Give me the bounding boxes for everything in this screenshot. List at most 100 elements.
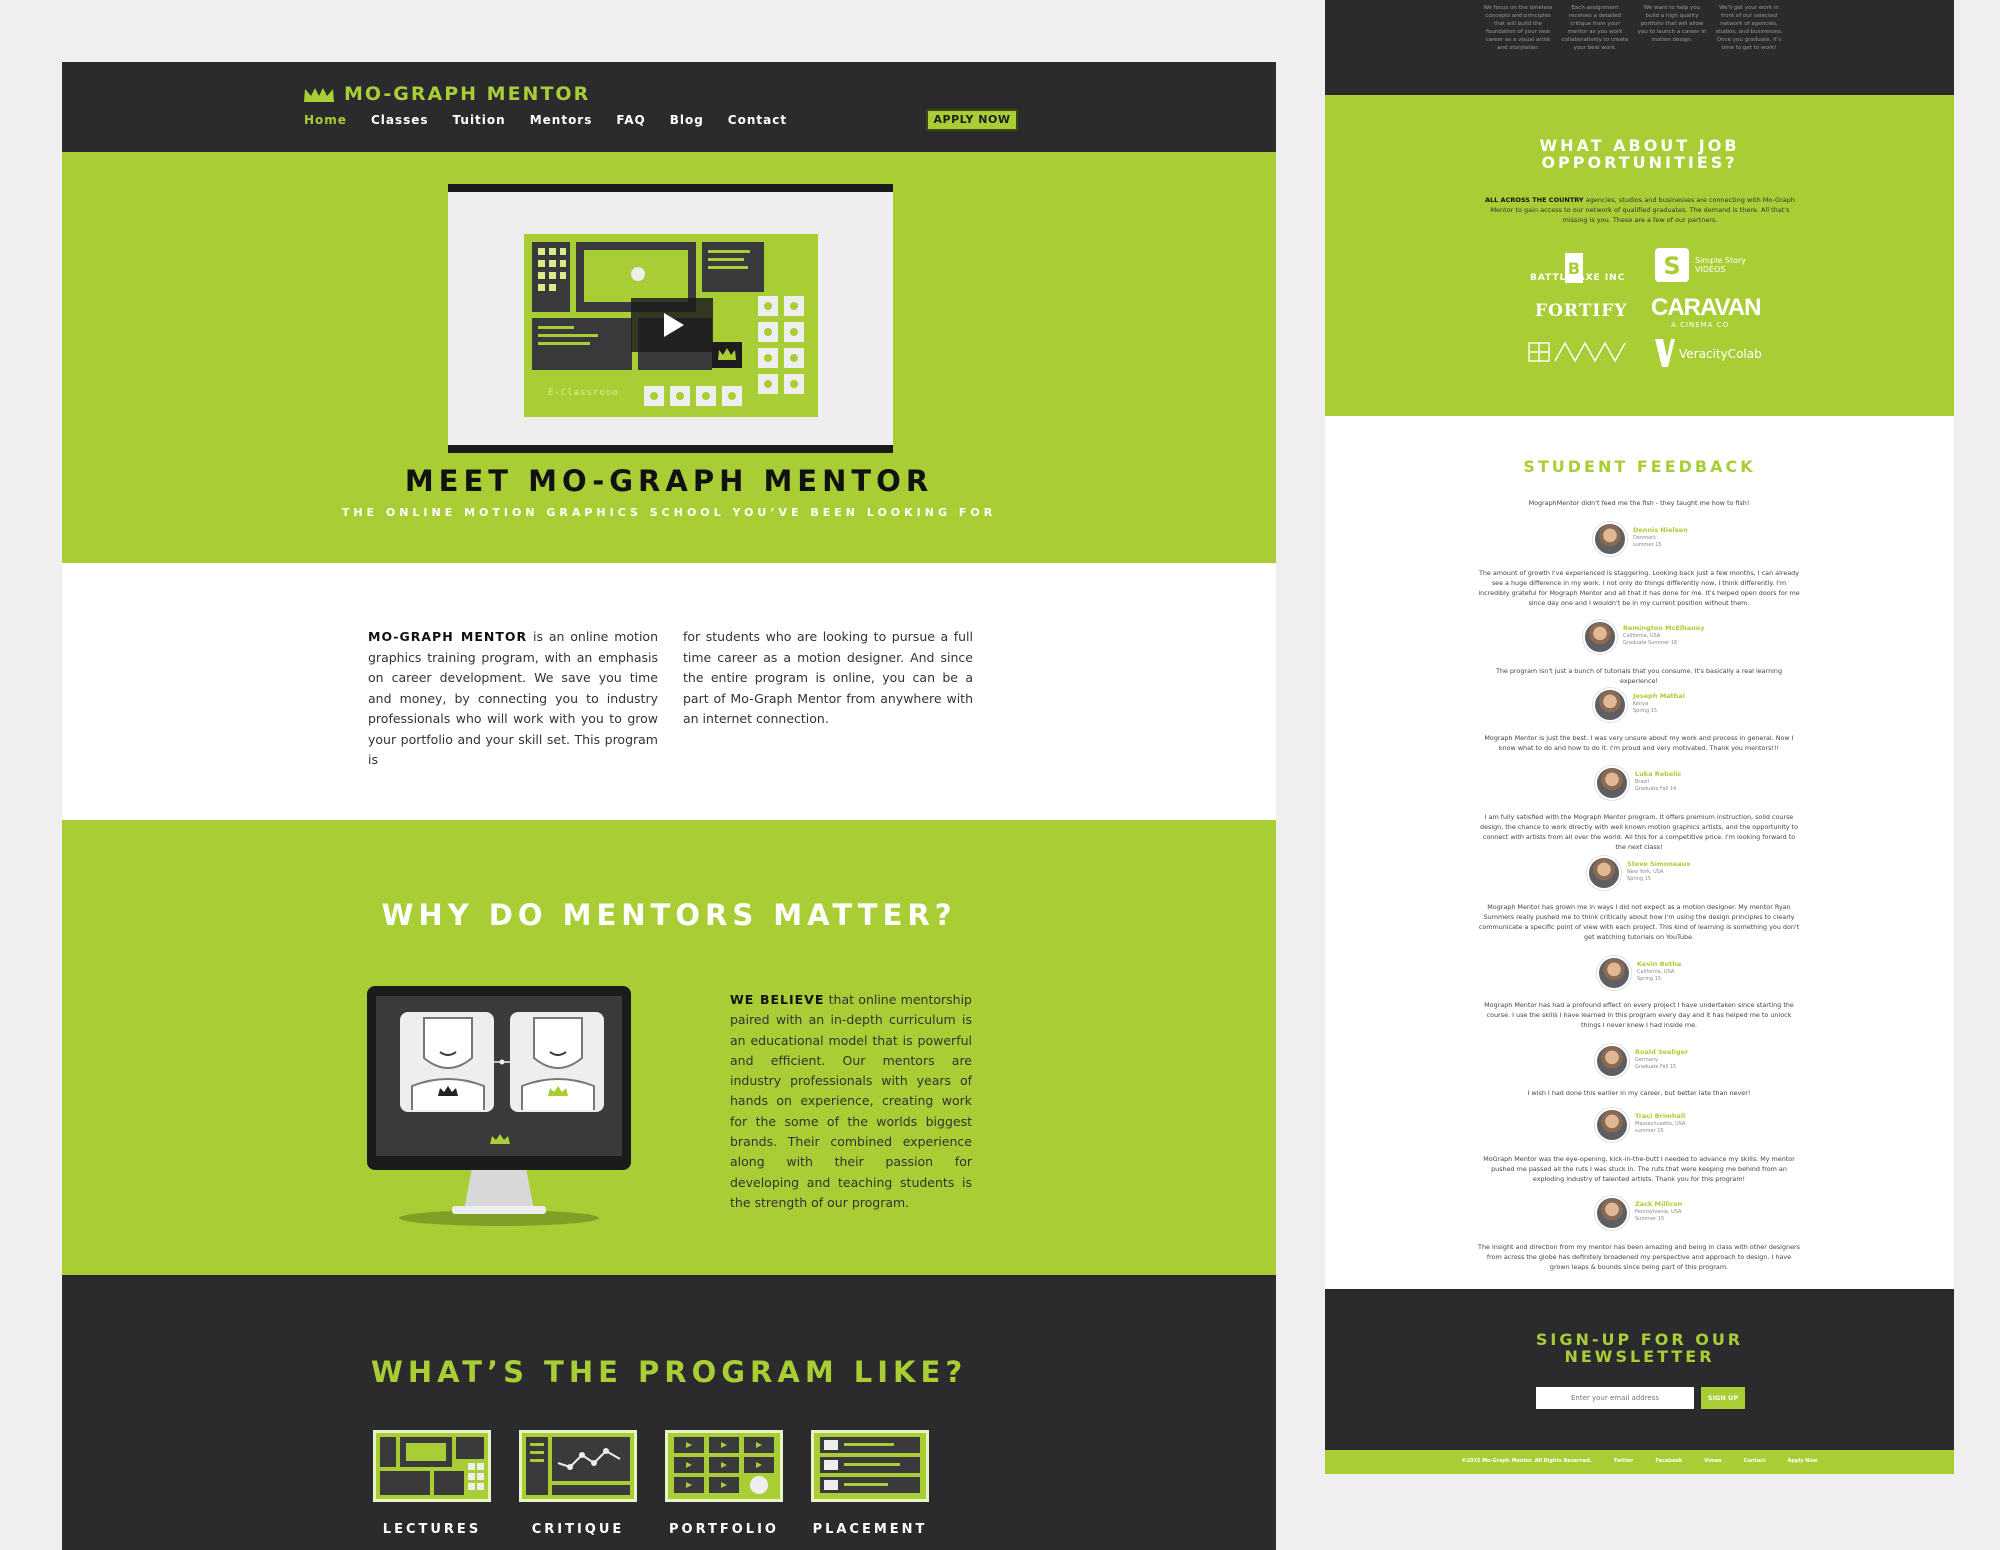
avatar <box>1595 766 1629 800</box>
newsletter-signup-button[interactable]: SIGN UP <box>1701 1387 1745 1409</box>
program-label-lectures: LECTURES <box>382 1522 482 1537</box>
svg-text:S: S <box>1663 252 1680 280</box>
program-placement[interactable]: PLACEMENT <box>800 1430 940 1537</box>
feedback-title: STUDENT FEEDBACK <box>1523 457 1756 476</box>
testimonial-location: California, USA Spring 15 <box>1637 969 1675 982</box>
nav-links: Home Classes Tuition Mentors FAQ Blog Co… <box>304 113 787 127</box>
testimonial-location: New York, USA Spring 15 <box>1627 869 1664 882</box>
avatar <box>1595 1196 1629 1230</box>
simple-story-mark: S <box>1655 248 1689 282</box>
testimonial-quote: I wish I had done this earlier in my car… <box>1527 1089 1751 1097</box>
testimonial-quote: Mograph Mentor has had a profound effect… <box>1484 1001 1794 1029</box>
homepage-continued: We focus on the timeless concepts and pr… <box>1325 0 1954 1474</box>
program-lectures[interactable]: LECTURES <box>362 1430 502 1537</box>
battle-axe-mark: B <box>1565 253 1583 283</box>
testimonial-quote: MoGraph Mentor was the eye-opening, kick… <box>1483 1155 1795 1183</box>
nav-blog[interactable]: Blog <box>670 113 704 127</box>
testimonial-name: Luka Rebelic <box>1635 770 1682 778</box>
why-body: that online mentorship paired with an in… <box>730 992 972 1210</box>
avatar <box>1593 688 1627 722</box>
testimonial-name: Steve Simoneaux <box>1627 860 1691 868</box>
homepage-main: MO-GRAPH MENTOR Home Classes Tuition Men… <box>62 62 1276 1550</box>
jobs-title: WHAT ABOUT JOB OPPORTUNITIES? <box>1539 136 1740 172</box>
placement-thumb-graphic <box>820 1437 920 1493</box>
nav-contact[interactable]: Contact <box>728 113 787 127</box>
intro-brand: MO-GRAPH MENTOR <box>368 629 528 644</box>
top-nav: MO-GRAPH MENTOR Home Classes Tuition Men… <box>62 62 1276 152</box>
footer-link-vimeo[interactable]: Vimeo <box>1704 1458 1722 1464</box>
testimonial-name: Remington McElhaney <box>1623 624 1705 632</box>
program-detail-4: We'll get your work in front of our sele… <box>1715 5 1783 51</box>
footer: ©2015 Mo-Graph Mentor. All Rights Reserv… <box>1325 1450 1954 1474</box>
testimonial-name: Joseph Mathai <box>1633 692 1685 700</box>
program-detail-1: We focus on the timeless concepts and pr… <box>1483 5 1553 51</box>
partner-simple-story: S Simple Story VIDEOS <box>1655 248 1746 286</box>
testimonial-location: Denmark summer 15 <box>1633 535 1662 548</box>
avatar <box>1587 856 1621 890</box>
program-critique[interactable]: CRITIQUE <box>508 1430 648 1537</box>
program-detail-2: Each assignment receives a detailed crit… <box>1561 5 1629 51</box>
lectures-icon <box>373 1430 491 1502</box>
partner-veracity: VeracityColab <box>1655 339 1762 371</box>
jobs-section: WHAT ABOUT JOB OPPORTUNITIES? ALL ACROSS… <box>1325 95 1954 416</box>
nav-mentors[interactable]: Mentors <box>530 113 593 127</box>
testimonial-location: Massachusetts, USA summer 15 <box>1635 1121 1686 1134</box>
critique-icon <box>519 1430 637 1502</box>
footer-link-facebook[interactable]: Facebook <box>1656 1458 1683 1464</box>
why-text: WE BELIEVE that online mentorship paired… <box>730 990 972 1213</box>
intro-section: MO-GRAPH MENTOR is an online motion grap… <box>62 563 1276 820</box>
intro-text-2: for students who are looking to pursue a… <box>683 629 973 726</box>
nav-home[interactable]: Home <box>304 113 347 127</box>
avatar <box>1597 956 1631 990</box>
program-label-placement: PLACEMENT <box>812 1522 928 1537</box>
partner-simple-story-text: Simple Story VIDEOS <box>1695 256 1746 274</box>
intro-text-1: is an online motion graphics training pr… <box>368 629 658 767</box>
portfolio-thumb-graphic <box>674 1437 774 1494</box>
why-lead: WE BELIEVE <box>730 992 825 1007</box>
monitor-mentors-illustration <box>367 986 631 1226</box>
hero-subtitle: THE ONLINE MOTION GRAPHICS SCHOOL YOU’VE… <box>341 506 997 519</box>
partner-caravan: CARAVAN <box>1651 294 1761 321</box>
apply-now-button[interactable]: APPLY NOW <box>926 109 1018 131</box>
program-title: WHAT’S THE PROGRAM LIKE? <box>370 1355 968 1389</box>
critique-thumb-graphic <box>526 1437 630 1495</box>
nav-faq[interactable]: FAQ <box>616 113 645 127</box>
footer-links: ©2015 Mo-Graph Mentor. All Rights Reserv… <box>1325 1458 1954 1464</box>
footer-link-contact[interactable]: Contact <box>1744 1458 1766 1464</box>
testimonial-location: Germany Graduate Fall 15 <box>1635 1057 1677 1070</box>
testimonial-quote: Mograph Mentor is just the best. I was v… <box>1484 734 1794 752</box>
svg-text:B: B <box>1568 259 1580 278</box>
program-label-critique: CRITIQUE <box>531 1522 625 1537</box>
newsletter-email-input[interactable] <box>1536 1387 1694 1409</box>
testimonial-location: California, USA Graduate Summer 16 <box>1623 633 1678 646</box>
avatar <box>1595 1108 1629 1142</box>
partner-veracity-text: VeracityColab <box>1679 347 1762 361</box>
newsletter-section: SIGN-UP FOR OUR NEWSLETTER SIGN UP <box>1325 1289 1954 1450</box>
footer-link-apply[interactable]: Apply Now <box>1788 1458 1818 1464</box>
newsletter-title: SIGN-UP FOR OUR NEWSLETTER <box>1535 1330 1744 1366</box>
feedback-opening-quote: MographMentor didn't feed me the fish - … <box>1528 499 1750 507</box>
logo-text: MO-GRAPH MENTOR <box>344 83 591 105</box>
partner-caravan-tagline: A CINEMA CO <box>1671 321 1730 329</box>
testimonial-quote: The program isn't just a bunch of tutori… <box>1495 667 1783 685</box>
partner-sketch-logo <box>1528 341 1626 363</box>
program-portfolio[interactable]: PORTFOLIO <box>654 1430 794 1537</box>
intro-column-2: for students who are looking to pursue a… <box>683 627 973 730</box>
intro-video[interactable]: E-Classroom <box>448 184 893 453</box>
testimonial-name: Dennis Nielsen <box>1633 526 1688 534</box>
program-detail-3: We want to help you build a high quality… <box>1637 5 1707 43</box>
nav-tuition[interactable]: Tuition <box>453 113 506 127</box>
video-illustration <box>524 234 818 417</box>
site-logo[interactable]: MO-GRAPH MENTOR <box>304 83 590 105</box>
testimonial-quote: The insight and direction from my mentor… <box>1478 1243 1800 1271</box>
placement-icon <box>811 1430 929 1502</box>
jobs-text: ALL ACROSS THE COUNTRY agencies, studios… <box>1480 195 1800 225</box>
video-caption: E-Classroom <box>548 388 619 398</box>
student-feedback-section: STUDENT FEEDBACK MographMentor didn't fe… <box>1325 416 1954 1289</box>
testimonial-quote: Mograph Mentor has grown me in ways I di… <box>1478 903 1800 941</box>
testimonial-name: Traci Brimhall <box>1635 1112 1686 1120</box>
hero-section: E-Classroom MEET MO-GRAPH MENTOR THE ONL… <box>62 152 1276 563</box>
nav-classes[interactable]: Classes <box>371 113 429 127</box>
program-details-strip: We focus on the timeless concepts and pr… <box>1325 0 1954 95</box>
footer-link-twitter[interactable]: Twitter <box>1614 1458 1634 1464</box>
